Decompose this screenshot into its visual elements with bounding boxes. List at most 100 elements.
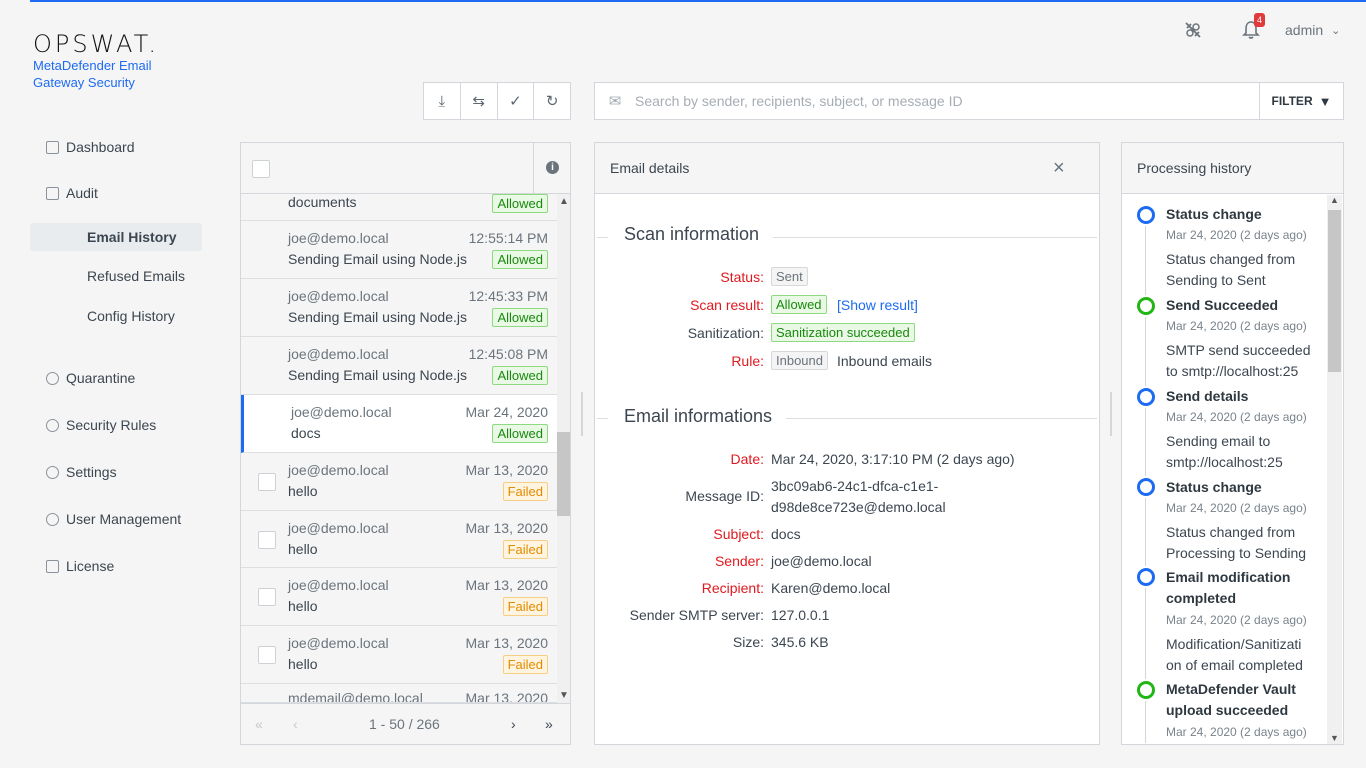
sidebar-item-audit[interactable]: Audit [46, 182, 98, 204]
row-checkbox[interactable] [258, 473, 276, 491]
row-checkbox[interactable] [258, 531, 276, 549]
history-status-icon [1137, 206, 1155, 224]
table-row[interactable]: mdemail@demo.local Mar 13, 2020 [241, 684, 557, 703]
last-page-icon[interactable]: » [545, 716, 553, 732]
history-status-icon [1137, 478, 1155, 496]
list-scrollbar[interactable]: ▲ ▼ [557, 194, 570, 703]
product-name-line2: Gateway Security [33, 75, 135, 90]
recipient-value: Karen@demo.local [771, 580, 891, 596]
sidebar-item-settings[interactable]: Settings [46, 461, 117, 483]
download-icon: ⤓ [438, 92, 446, 110]
sidebar-item-label: Settings [66, 464, 117, 480]
row-time: Mar 13, 2020 [465, 690, 549, 703]
list-header: i [241, 143, 570, 194]
list-toolbar: ⤓ ⇆ ✓ ↻ [423, 82, 571, 120]
sender-label: Sender: [714, 553, 764, 569]
prev-page-icon[interactable]: ‹ [293, 716, 298, 732]
row-subject: hello [288, 483, 318, 499]
table-row[interactable]: joe@demo.local 12:45:33 PM Sending Email u… [241, 279, 557, 337]
row-checkbox[interactable] [258, 646, 276, 664]
scroll-down-icon[interactable]: ▼ [1330, 733, 1339, 743]
row-subject: Sending Email using Node.js [288, 251, 467, 267]
date-value: Mar 24, 2020, 3:17:10 PM (2 days ago) [771, 451, 1015, 467]
status-badge: Allowed [492, 308, 548, 327]
table-row[interactable]: joe@demo.local Mar 24, 2020 docs Allowed [241, 395, 557, 453]
sanitization-label: Sanitization: [687, 325, 764, 341]
next-page-icon[interactable]: › [511, 716, 516, 732]
timeline-connector [1145, 317, 1146, 386]
row-time: 12:45:08 PM [468, 346, 548, 362]
download-button[interactable]: ⤓ [424, 83, 461, 119]
refresh-button[interactable]: ↻ [534, 83, 570, 119]
row-time: 12:55:14 PM [468, 230, 548, 246]
clean-button[interactable]: ✓ [498, 83, 535, 119]
resize-handle[interactable] [581, 392, 583, 436]
table-row[interactable]: joe@demo.local 12:45:08 PM Sending Email u… [241, 337, 557, 395]
sidebar-item-user-management[interactable]: User Management [46, 508, 181, 530]
history-event-description: Status changed from Sending to Sent [1166, 251, 1296, 288]
sidebar-item-license[interactable]: License [46, 555, 114, 577]
history-event-title: MetaDefender Vault upload succeeded [1166, 681, 1296, 718]
scroll-up-icon[interactable]: ▲ [559, 196, 569, 207]
table-row[interactable]: documents Allowed [241, 194, 557, 221]
show-result-link[interactable]: [Show result] [837, 297, 918, 313]
select-all-checkbox[interactable] [252, 160, 270, 178]
page-range: 1 - 50 / 266 [369, 716, 440, 732]
status-badge: Sent [771, 267, 808, 286]
scroll-thumb[interactable] [557, 432, 570, 516]
timeline-connector [1145, 588, 1146, 679]
close-icon[interactable]: × [1053, 157, 1065, 180]
scan-result-label: Scan result: [690, 297, 764, 313]
message-id-label: Message ID: [685, 488, 764, 504]
quarantine-icon [46, 371, 59, 385]
resize-handle[interactable] [1110, 392, 1112, 436]
sidebar-item-security-rules[interactable]: Security Rules [46, 414, 156, 436]
history-event-title: Email modification completed [1166, 569, 1291, 606]
table-row[interactable]: joe@demo.local Mar 13, 2020 hello Failed [241, 511, 557, 568]
sidebar-item-label: Quarantine [66, 370, 136, 386]
product-name: MetaDefender Email Gateway Security [33, 57, 193, 91]
scroll-up-icon[interactable]: ▲ [1330, 195, 1339, 205]
info-icon[interactable]: i [546, 161, 559, 174]
table-row[interactable]: joe@demo.local Mar 13, 2020 hello Failed [241, 453, 557, 511]
filter-icon: ▼ [1318, 93, 1332, 109]
row-time: Mar 13, 2020 [465, 520, 549, 536]
gear-icon [46, 465, 59, 479]
scroll-thumb[interactable] [1328, 210, 1341, 372]
grid-icon [46, 140, 59, 154]
table-row[interactable]: joe@demo.local Mar 13, 2020 hello Failed [241, 568, 557, 626]
sidebar-item-quarantine[interactable]: Quarantine [46, 367, 135, 389]
disconnect-icon[interactable] [1184, 21, 1202, 39]
history-scrollbar[interactable]: ▲ ▼ [1327, 195, 1342, 744]
scroll-down-icon[interactable]: ▼ [559, 690, 569, 701]
row-subject: hello [288, 541, 318, 557]
sidebar-item-label: Audit [66, 185, 98, 201]
user-menu[interactable]: admin ⌄ [1285, 22, 1340, 38]
table-row[interactable]: joe@demo.local 12:55:14 PM Sending Email u… [241, 221, 557, 279]
size-label: Size: [732, 634, 764, 650]
history-event-date: Mar 24, 2020 (2 days ago) [1166, 613, 1307, 627]
header-divider [533, 143, 534, 193]
row-subject: Sending Email using Node.js [288, 367, 467, 383]
search-bar: ✉ FILTER ▼ [594, 82, 1344, 120]
row-subject: hello [288, 598, 318, 614]
row-checkbox[interactable] [258, 588, 276, 606]
row-subject: documents [288, 194, 357, 210]
search-input[interactable] [635, 83, 1259, 119]
timeline-connector [1145, 226, 1146, 295]
pagination: « ‹ 1 - 50 / 266 › » [241, 703, 570, 744]
filter-button[interactable]: FILTER ▼ [1259, 83, 1343, 119]
sidebar-item-dashboard[interactable]: Dashboard [46, 136, 135, 158]
row-time: Mar 13, 2020 [465, 577, 549, 593]
row-subject: Sending Email using Node.js [288, 309, 467, 325]
sidebar-subitem-refused-emails[interactable]: Refused Emails [30, 262, 202, 290]
sidebar-subitem-email-history[interactable]: Email History [30, 223, 202, 251]
resend-button[interactable]: ⇆ [461, 83, 498, 119]
sidebar-subitem-config-history[interactable]: Config History [30, 302, 202, 330]
row-sender: joe@demo.local [291, 404, 392, 420]
table-row[interactable]: joe@demo.local Mar 13, 2020 hello Failed [241, 626, 557, 684]
first-page-icon[interactable]: « [255, 716, 263, 732]
audit-icon [46, 186, 59, 200]
broom-icon: ✓ [509, 93, 522, 110]
scan-info-heading: Scan information [608, 224, 774, 245]
